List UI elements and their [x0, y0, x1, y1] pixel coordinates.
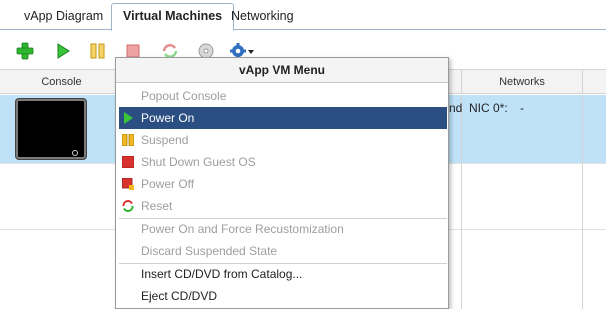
tab-vapp-diagram[interactable]: vApp Diagram [13, 4, 114, 31]
tab-networking[interactable]: Networking [220, 4, 305, 31]
menu-item-label: Eject CD/DVD [141, 289, 218, 303]
suspend-icon[interactable] [89, 42, 107, 60]
menu-title: vApp VM Menu [116, 58, 448, 83]
menu-item-discard-suspended-state[interactable]: Discard Suspended State [119, 240, 447, 262]
menu-item-label: Insert CD/DVD from Catalog... [141, 267, 303, 281]
column-divider [461, 95, 462, 309]
menu-item-label: Power On and Force Recustomization [141, 222, 344, 236]
tab-bar: vApp Diagram Virtual Machines Networking [0, 0, 606, 31]
menu-item-reset[interactable]: Reset [119, 195, 447, 217]
menu-item-label: Discard Suspended State [141, 244, 278, 258]
menu-item-power-on[interactable]: Power On [119, 107, 447, 129]
menu-item-suspend[interactable]: Suspend [119, 129, 447, 151]
column-networks[interactable]: Networks [462, 70, 582, 94]
cell-nic-label: NIC 0*: [469, 101, 508, 115]
menu-item-label: Suspend [141, 133, 189, 147]
power-off-icon [122, 178, 134, 190]
menu-item-shut-down-guest-os[interactable]: Shut Down Guest OS [119, 151, 447, 173]
reset-icon [122, 200, 134, 212]
menu-item-label: Shut Down Guest OS [141, 155, 256, 169]
vapp-vm-view: vApp Diagram Virtual Machines Networking [0, 0, 606, 309]
menu-item-power-off[interactable]: Power Off [119, 173, 447, 195]
menu-item-label: Popout Console [141, 89, 227, 103]
cell-status-text: nd [449, 101, 463, 115]
menu-item-power-on-force-recustomization[interactable]: Power On and Force Recustomization [119, 218, 447, 240]
power-on-icon[interactable] [54, 42, 72, 60]
column-divider [582, 95, 583, 309]
column-console[interactable]: Console [0, 70, 123, 94]
menu-item-label: Power On [141, 111, 195, 125]
menu-item-popout-console[interactable]: Popout Console [119, 85, 447, 107]
shut-down-icon [122, 156, 134, 168]
console-power-indicator-icon [72, 150, 78, 156]
menu-item-eject-cd-dvd[interactable]: Eject CD/DVD [119, 285, 447, 307]
vapp-vm-context-menu: vApp VM Menu Popout Console Power On Sus… [115, 57, 449, 309]
tab-virtual-machines[interactable]: Virtual Machines [111, 3, 235, 31]
suspend-icon [122, 134, 134, 146]
menu-item-insert-cd-dvd[interactable]: Insert CD/DVD from Catalog... [119, 263, 447, 285]
menu-item-label: Power Off [141, 177, 195, 191]
power-on-icon [124, 112, 133, 124]
menu-item-label: Reset [141, 199, 173, 213]
column-divider [582, 70, 583, 94]
add-vm-icon[interactable] [16, 42, 34, 60]
cell-nic-value: - [520, 101, 524, 115]
